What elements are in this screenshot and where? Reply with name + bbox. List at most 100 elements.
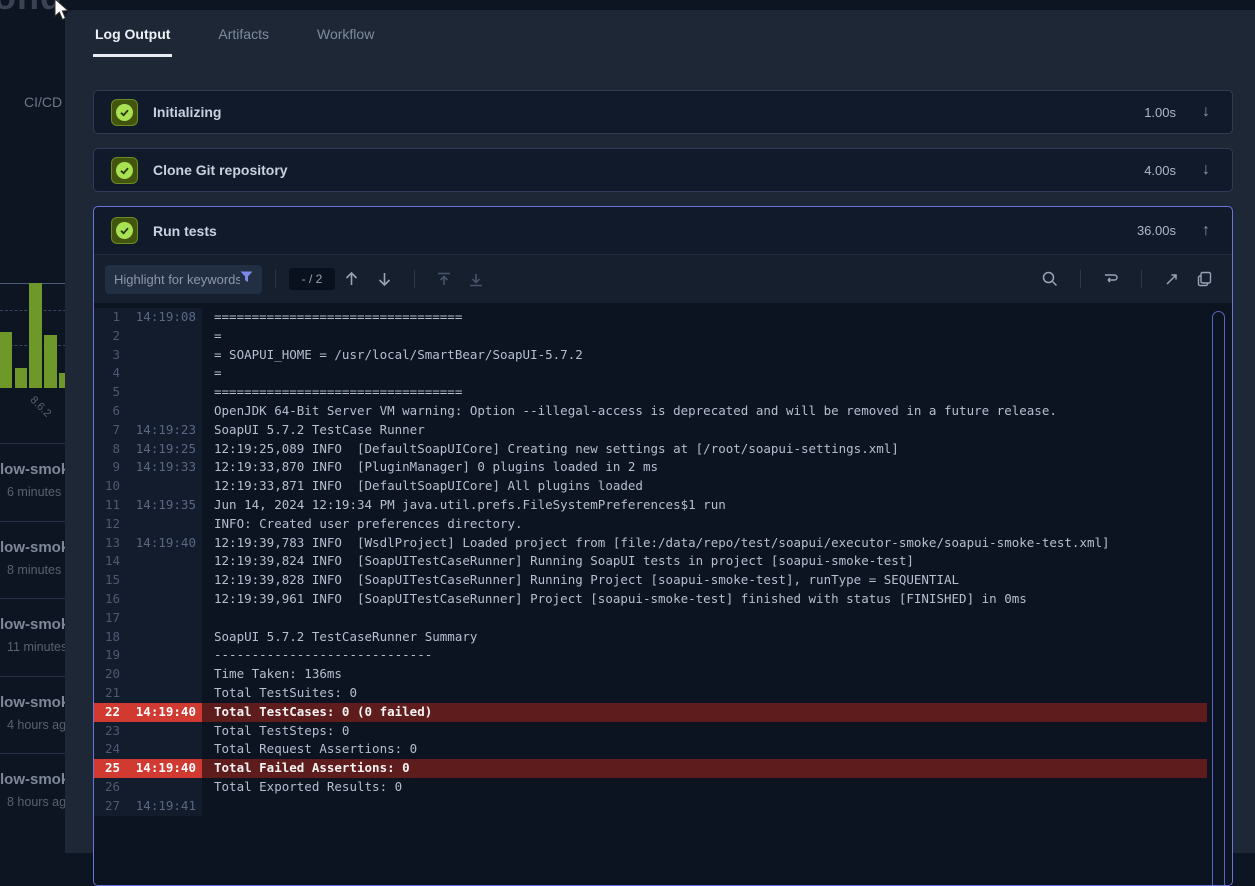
chevron-down-icon[interactable]: ↓ xyxy=(1202,161,1210,179)
filter-icon[interactable] xyxy=(240,270,253,288)
step-title: Clone Git repository xyxy=(153,162,1144,178)
run-list-item[interactable]: low-smoke6 minutes ago xyxy=(0,443,66,521)
log-line-gutter: 1314:19:40 xyxy=(94,534,202,553)
log-line-gutter: 1114:19:35 xyxy=(94,496,202,515)
log-line-gutter: 23 xyxy=(94,722,202,741)
step-run-tests-header[interactable]: Run tests 36.00s ↑ xyxy=(94,207,1232,254)
log-line-number[interactable]: 22 xyxy=(94,703,120,722)
step-initializing[interactable]: Initializing 1.00s ↓ xyxy=(93,90,1233,134)
log-line-number[interactable]: 12 xyxy=(94,515,120,534)
log-line-number[interactable]: 1 xyxy=(94,308,120,327)
log-line: 2= xyxy=(94,327,1207,346)
log-line-number[interactable]: 21 xyxy=(94,684,120,703)
log-scrollbar-thumb[interactable] xyxy=(1212,311,1225,886)
log-line-text: ----------------------------- xyxy=(202,646,1207,665)
log-line-gutter: 19 xyxy=(94,646,202,665)
log-line-number[interactable]: 5 xyxy=(94,383,120,402)
log-line-number[interactable]: 11 xyxy=(94,496,120,515)
execution-details-drawer: Log Output Artifacts Workflow Initializi… xyxy=(65,10,1255,853)
log-line-timestamp xyxy=(120,515,202,534)
log-line-gutter: 21 xyxy=(94,684,202,703)
log-line-timestamp: 14:19:41 xyxy=(120,797,202,816)
log-line-number[interactable]: 26 xyxy=(94,778,120,797)
run-title: low-smoke xyxy=(0,616,66,633)
chart-bar[interactable] xyxy=(44,335,57,388)
log-line-number[interactable]: 9 xyxy=(94,458,120,477)
log-line-text: OpenJDK 64-Bit Server VM warning: Option… xyxy=(202,402,1207,421)
run-list-item[interactable]: low-smoke4 hours ago xyxy=(0,676,66,754)
log-line-number[interactable]: 18 xyxy=(94,628,120,647)
chart-bar[interactable] xyxy=(15,368,27,388)
log-line-text: INFO: Created user preferences directory… xyxy=(202,515,1207,534)
log-line-number[interactable]: 2 xyxy=(94,327,120,346)
log-line-timestamp xyxy=(120,778,202,797)
success-check-icon xyxy=(111,217,138,244)
success-check-icon xyxy=(111,157,138,184)
log-line-number[interactable]: 27 xyxy=(94,797,120,816)
log-line-gutter: 17 xyxy=(94,609,202,628)
log-line-number[interactable]: 23 xyxy=(94,722,120,741)
log-line-text: 12:19:33,870 INFO [PluginManager] 0 plug… xyxy=(202,458,1207,477)
log-line-number[interactable]: 16 xyxy=(94,590,120,609)
keyword-input[interactable] xyxy=(114,272,240,287)
log-line-number[interactable]: 20 xyxy=(94,665,120,684)
log-line-number[interactable]: 7 xyxy=(94,421,120,440)
log-line-text: ================================= xyxy=(202,383,1207,402)
run-list-item[interactable]: low-smoke11 minutes ago xyxy=(0,598,66,676)
log-line-text: Total TestCases: 0 (0 failed) xyxy=(202,703,1207,722)
log-line-gutter: 10 xyxy=(94,477,202,496)
log-line-text: Total TestSuites: 0 xyxy=(202,684,1207,703)
keyword-highlight-field[interactable] xyxy=(105,265,262,294)
step-clone-git-repository[interactable]: Clone Git repository 4.00s ↓ xyxy=(93,148,1233,192)
chevron-down-icon[interactable]: ↓ xyxy=(1202,103,1210,121)
log-line-number[interactable]: 17 xyxy=(94,609,120,628)
wrap-lines-icon[interactable] xyxy=(1103,272,1119,286)
tab-artifacts[interactable]: Artifacts xyxy=(216,18,271,57)
log-line-number[interactable]: 19 xyxy=(94,646,120,665)
log-line-number[interactable]: 3 xyxy=(94,346,120,365)
log-line-timestamp xyxy=(120,740,202,759)
log-line-timestamp xyxy=(120,609,202,628)
log-line: 1012:19:33,871 INFO [DefaultSoapUICore] … xyxy=(94,477,1207,496)
chevron-up-icon[interactable]: ↑ xyxy=(1202,222,1210,240)
log-line-gutter: 18 xyxy=(94,628,202,647)
log-line-number[interactable]: 25 xyxy=(94,759,120,778)
log-line-number[interactable]: 14 xyxy=(94,552,120,571)
log-line-text: 12:19:39,783 INFO [WsdlProject] Loaded p… xyxy=(202,534,1207,553)
log-line-gutter: 26 xyxy=(94,778,202,797)
step-title: Run tests xyxy=(153,223,1137,239)
log-line-timestamp: 14:19:25 xyxy=(120,440,202,459)
log-line-timestamp: 14:19:08 xyxy=(120,308,202,327)
log-line-text: SoapUI 5.7.2 TestCaseRunner Summary xyxy=(202,628,1207,647)
chart-bar[interactable] xyxy=(29,283,42,388)
search-icon[interactable] xyxy=(1042,271,1058,287)
run-title: low-smoke xyxy=(0,694,66,711)
log-line-number[interactable]: 8 xyxy=(94,440,120,459)
log-line-number[interactable]: 4 xyxy=(94,364,120,383)
step-duration: 4.00s xyxy=(1144,163,1176,178)
log-line-number[interactable]: 6 xyxy=(94,402,120,421)
scroll-to-bottom-button[interactable] xyxy=(469,272,483,287)
log-line-gutter: 12 xyxy=(94,515,202,534)
log-line-text: 12:19:39,824 INFO [SoapUITestCaseRunner]… xyxy=(202,552,1207,571)
log-line-number[interactable]: 13 xyxy=(94,534,120,553)
success-check-icon xyxy=(111,99,138,126)
tab-log-output[interactable]: Log Output xyxy=(93,18,172,57)
chart-bar[interactable] xyxy=(0,332,12,388)
log-line-number[interactable]: 15 xyxy=(94,571,120,590)
log-line-text: 12:19:39,961 INFO [SoapUITestCaseRunner]… xyxy=(202,590,1207,609)
log-line-number[interactable]: 10 xyxy=(94,477,120,496)
previous-match-button[interactable] xyxy=(344,271,359,287)
tab-workflow[interactable]: Workflow xyxy=(315,18,376,57)
log-line: 26Total Exported Results: 0 xyxy=(94,778,1207,797)
next-match-button[interactable] xyxy=(377,271,392,287)
run-list-item[interactable]: low-smoke8 minutes ago xyxy=(0,521,66,599)
log-line-gutter: 814:19:25 xyxy=(94,440,202,459)
log-line: 3= SOAPUI_HOME = /usr/local/SmartBear/So… xyxy=(94,346,1207,365)
log-line-number[interactable]: 24 xyxy=(94,740,120,759)
log-line-timestamp: 14:19:40 xyxy=(120,703,202,722)
scroll-to-top-button[interactable] xyxy=(437,272,451,287)
expand-fullscreen-icon[interactable] xyxy=(1164,272,1179,287)
run-list-item[interactable]: low-smoke8 hours ago xyxy=(0,753,66,831)
copy-log-icon[interactable] xyxy=(1197,271,1212,287)
